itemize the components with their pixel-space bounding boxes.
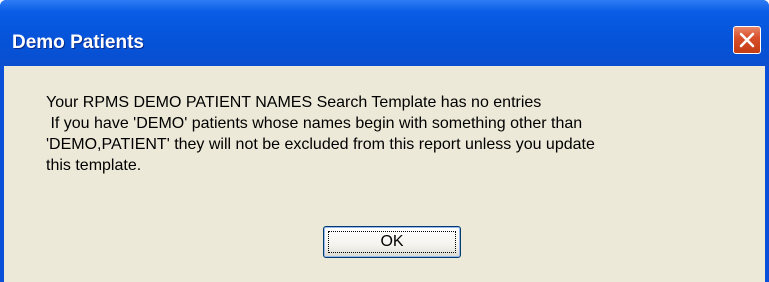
message-line: If you have 'DEMO' patients whose names … xyxy=(46,115,583,132)
message-line: this template. xyxy=(46,157,142,174)
close-icon xyxy=(739,32,755,48)
dialog-titlebar[interactable]: Demo Patients xyxy=(0,0,769,66)
dialog-title: Demo Patients xyxy=(12,32,144,53)
dialog-message: Your RPMS DEMO PATIENT NAMES Search Temp… xyxy=(46,92,751,176)
ok-button[interactable]: OK xyxy=(323,226,461,258)
ok-button-label: OK xyxy=(380,233,404,250)
dialog-window: Demo Patients Your RPMS DEMO PATIENT NAM… xyxy=(0,0,769,282)
message-line: 'DEMO,PATIENT' they will not be excluded… xyxy=(46,136,595,153)
message-line: Your RPMS DEMO PATIENT NAMES Search Temp… xyxy=(46,94,542,111)
dialog-body: Your RPMS DEMO PATIENT NAMES Search Temp… xyxy=(4,66,765,282)
close-button[interactable] xyxy=(733,26,761,54)
